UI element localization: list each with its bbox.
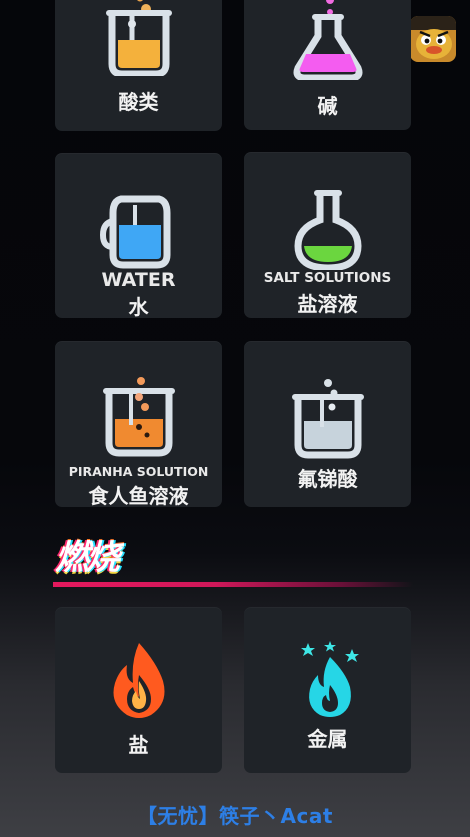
piranha-solution-label: 食人鱼溶液 [88, 484, 189, 508]
burn-metal-tile[interactable]: 金属 [244, 607, 411, 773]
bases-label: 碱 [317, 94, 338, 118]
duck-avatar-icon [410, 16, 456, 62]
salt-solutions-tile[interactable]: SALT SOLUTIONS 盐溶液 [244, 152, 411, 318]
salt-solutions-en-label: SALT SOLUTIONS [263, 270, 392, 286]
orange-flame-icon [113, 643, 165, 718]
salt-solutions-label: 盐溶液 [297, 292, 358, 316]
bases-tile[interactable]: 碱 [244, 0, 411, 130]
burn-metal-label: 金属 [307, 727, 348, 751]
fluoroantimonic-acid-label: 氟锑酸 [297, 467, 358, 491]
author-credit: 【无忧】筷子丶Acat [137, 804, 333, 828]
beaker-white-bubbles-icon [292, 379, 364, 459]
section-divider [53, 582, 413, 587]
flask-pink-liquid-icon [293, 0, 363, 80]
round-flask-green-icon [294, 190, 362, 270]
beaker-yellow-liquid-icon [106, 0, 172, 76]
cyan-flame-icon [301, 641, 359, 717]
burn-salt-tile[interactable]: 盐 [55, 607, 222, 773]
water-tile[interactable]: WATER 水 [55, 153, 222, 319]
beaker-orange-bubbles-icon [103, 377, 175, 457]
acids-label: 酸类 [118, 90, 159, 114]
burn-salt-label: 盐 [128, 733, 149, 757]
piranha-solution-en-label: PIRANHA SOLUTION [68, 464, 209, 479]
piranha-solution-tile[interactable]: PIRANHA SOLUTION 食人鱼溶液 [55, 341, 222, 508]
user-avatar[interactable] [410, 16, 456, 62]
fluoroantimonic-acid-tile[interactable]: 氟锑酸 [244, 341, 411, 507]
water-jug-icon [99, 195, 171, 269]
water-label: 水 [128, 295, 149, 319]
water-en-label: WATER [101, 269, 176, 291]
combustion-section-title: 燃烧 [55, 538, 120, 578]
acids-tile[interactable]: 酸类 [55, 0, 222, 131]
